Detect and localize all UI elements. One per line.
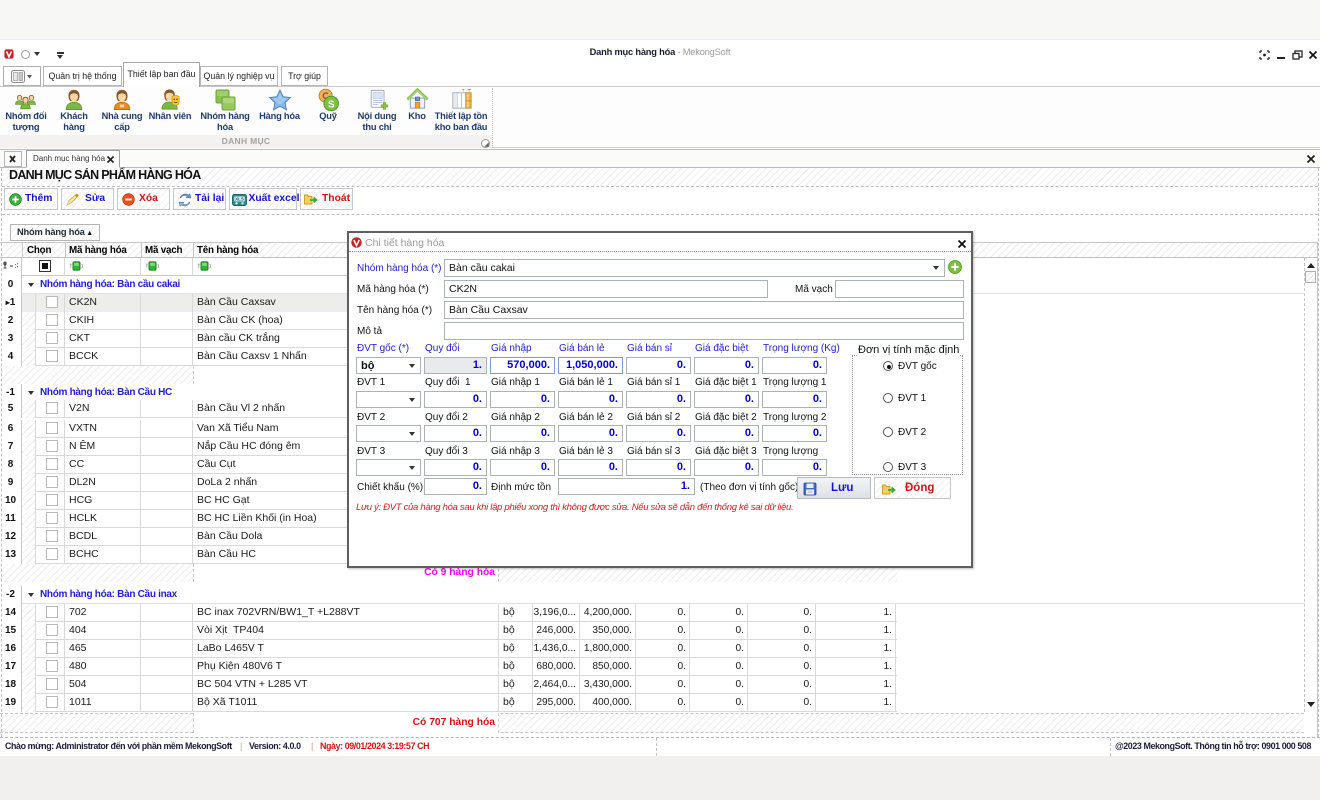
svg-text:XLS: XLS [235, 197, 244, 202]
svg-text:S: S [328, 99, 335, 110]
